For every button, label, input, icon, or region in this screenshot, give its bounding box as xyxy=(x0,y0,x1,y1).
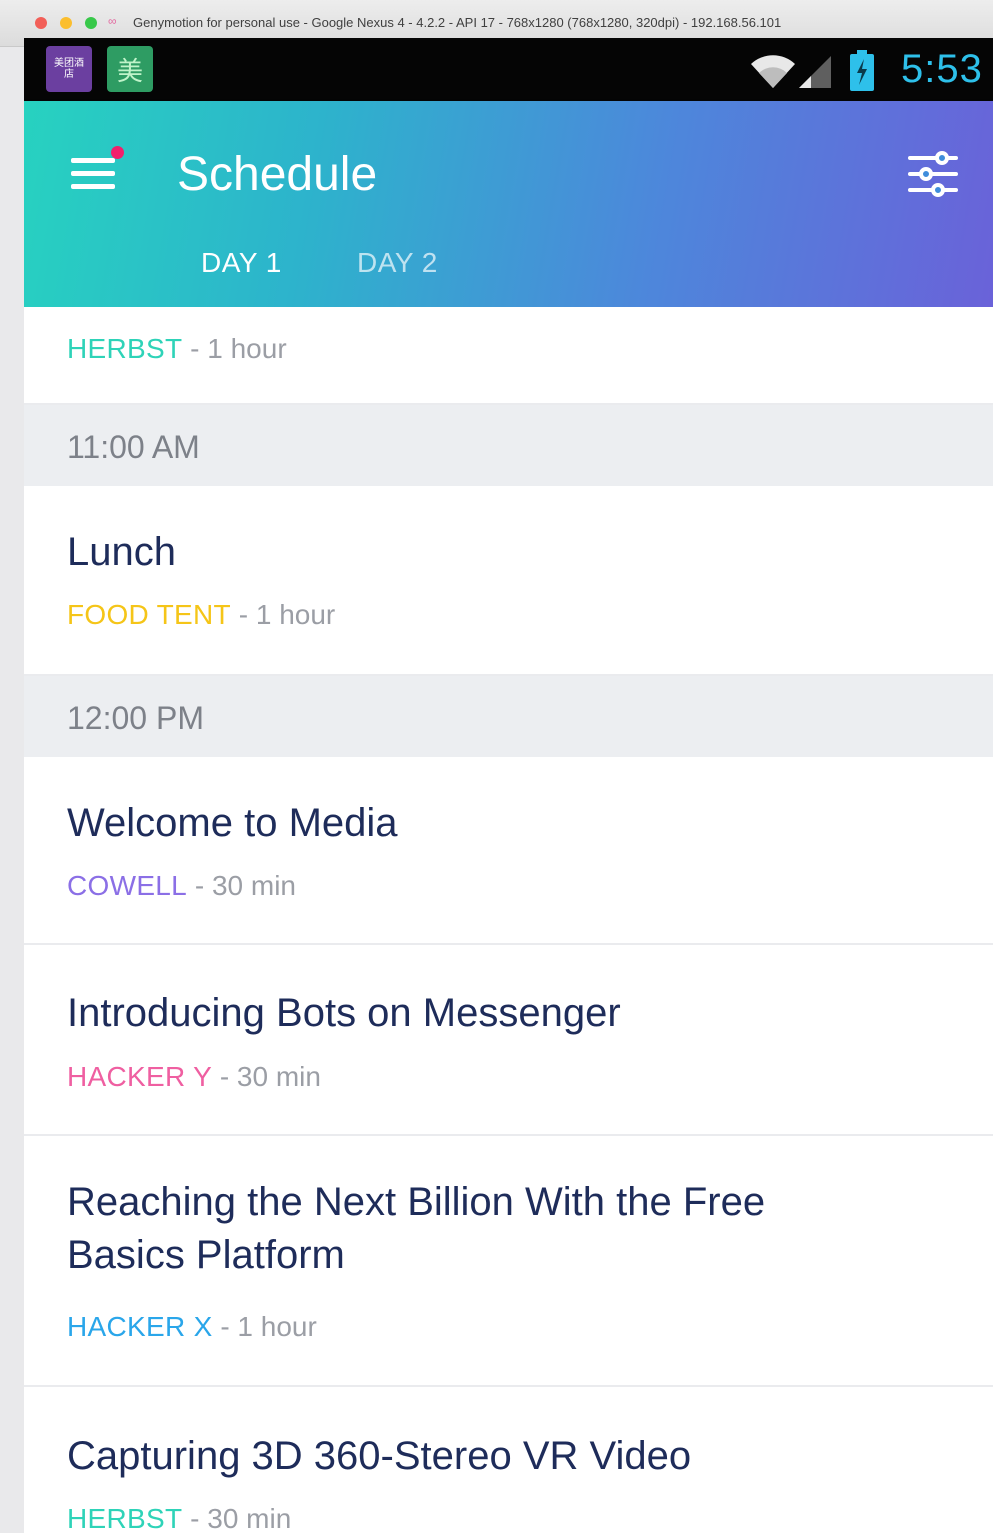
session-meta: HERBST - 30 min xyxy=(67,1503,291,1533)
session-item[interactable]: Capturing 3D 360-Stereo VR Video HERBST … xyxy=(24,1387,993,1533)
session-item[interactable]: Reaching the Next Billion With the Free … xyxy=(24,1136,993,1387)
session-duration: - 30 min xyxy=(194,870,296,901)
session-title: Reaching the Next Billion With the Free … xyxy=(67,1180,766,1277)
session-item[interactable]: HERBST - 1 hour xyxy=(24,307,993,405)
window-close-button[interactable] xyxy=(35,17,47,29)
session-item[interactable]: Lunch FOOD TENT - 1 hour xyxy=(24,486,993,676)
session-duration: - 1 hour xyxy=(238,599,336,630)
session-duration: - 30 min xyxy=(190,1503,292,1533)
session-room: COWELL xyxy=(67,870,188,901)
session-title: Capturing 3D 360-Stereo VR Video xyxy=(67,1434,692,1478)
session-room: HACKER Y xyxy=(67,1061,213,1092)
genymotion-icon: ∞ xyxy=(108,14,117,28)
menu-button[interactable] xyxy=(69,146,124,195)
section-time: 12:00 PM xyxy=(67,700,204,736)
session-duration: - 1 hour xyxy=(220,1311,317,1342)
session-room: HERBST xyxy=(67,1503,183,1533)
time-section-header: 12:00 PM xyxy=(24,676,993,757)
session-item[interactable]: Introducing Bots on Messenger HACKER Y -… xyxy=(24,945,993,1136)
notification-dot xyxy=(111,146,124,159)
window-minimize-button[interactable] xyxy=(60,17,72,29)
window-zoom-button[interactable] xyxy=(85,17,97,29)
page-title: Schedule xyxy=(177,148,378,201)
tab-day-1[interactable]: DAY 1 xyxy=(201,247,282,279)
section-time: 11:00 AM xyxy=(67,429,200,465)
session-item[interactable]: Welcome to Media COWELL - 30 min xyxy=(24,757,993,945)
session-meta: FOOD TENT - 1 hour xyxy=(67,599,335,631)
session-room: FOOD TENT xyxy=(67,599,231,630)
session-room: HACKER X xyxy=(67,1311,213,1342)
hotel-app-icon-label: 美团酒店 xyxy=(54,58,84,80)
session-meta: HERBST - 1 hour xyxy=(67,333,287,365)
session-meta: HACKER X - 1 hour xyxy=(67,1311,317,1343)
session-room: HERBST xyxy=(67,333,183,364)
meituan-app-icon-label: 美 xyxy=(116,55,143,86)
device-screen: 美团酒店 美 5:53 Schedule DAY 1 DAY 2 HERBST … xyxy=(24,38,993,1533)
signal-icon xyxy=(799,56,831,88)
status-clock: 5:53 xyxy=(901,47,983,91)
day-tabs: DAY 1 DAY 2 xyxy=(24,247,993,307)
filter-button[interactable] xyxy=(904,149,962,199)
time-section-header: 11:00 AM xyxy=(24,405,993,486)
session-duration: - 1 hour xyxy=(190,333,287,364)
session-meta: COWELL - 30 min xyxy=(67,870,296,902)
session-title: Welcome to Media xyxy=(67,801,398,845)
session-duration: - 30 min xyxy=(219,1061,321,1092)
filter-icon xyxy=(908,151,958,197)
hotel-app-icon: 美团酒店 xyxy=(46,46,92,92)
session-title: Introducing Bots on Messenger xyxy=(67,991,621,1035)
wifi-icon xyxy=(751,55,795,88)
session-title: Lunch xyxy=(67,530,176,574)
session-meta: HACKER Y - 30 min xyxy=(67,1061,321,1093)
tab-day-2[interactable]: DAY 2 xyxy=(357,247,438,279)
meituan-app-icon: 美 xyxy=(107,46,153,92)
status-bar: 美团酒店 美 5:53 xyxy=(24,38,993,101)
window-title: Genymotion for personal use - Google Nex… xyxy=(133,15,782,30)
app-toolbar: Schedule DAY 1 DAY 2 xyxy=(24,101,993,307)
battery-charging-icon xyxy=(850,50,874,91)
